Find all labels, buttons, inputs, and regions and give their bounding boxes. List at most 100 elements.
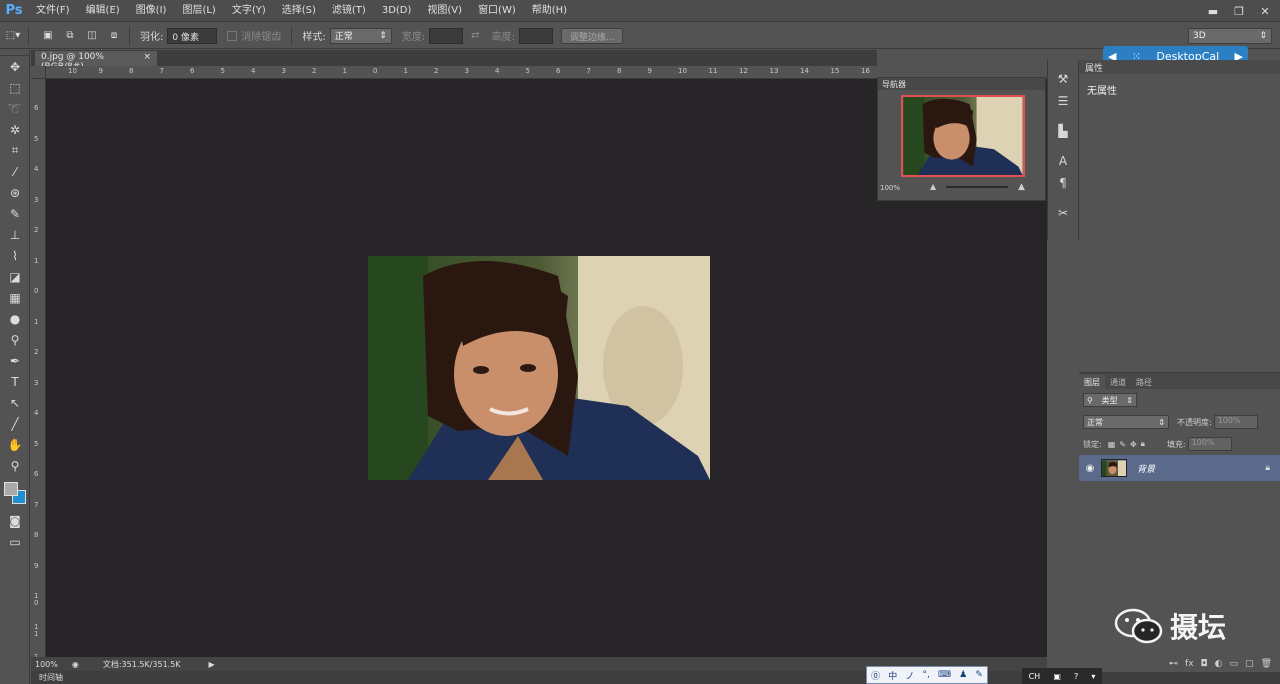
new-selection-icon[interactable]: ▣ [39, 27, 57, 45]
help-icon[interactable]: ? [1074, 672, 1078, 681]
ime-item[interactable]: ノ [905, 669, 914, 682]
tab-channels[interactable]: 通道 [1105, 375, 1131, 389]
clone-stamp-tool-icon[interactable]: ⊥ [0, 224, 30, 245]
panel-grip[interactable] [1048, 60, 1078, 68]
lock-pixels-icon[interactable]: ✎ [1119, 440, 1126, 449]
menu-filter[interactable]: 滤镜(T) [324, 0, 374, 22]
menu-view[interactable]: 视图(V) [419, 0, 470, 22]
rectangular-marquee-tool-icon[interactable]: ⬚ [0, 77, 30, 98]
tray-arrow-icon[interactable]: ▾ [1091, 672, 1095, 681]
style-select[interactable]: 正常 ⇕ [329, 27, 392, 44]
adjustments-panel-icon[interactable]: ☰ [1048, 90, 1078, 112]
feather-input[interactable]: 0 像素 [167, 27, 218, 44]
menu-3d[interactable]: 3D(D) [374, 0, 420, 22]
properties-title[interactable]: 属性 [1085, 61, 1103, 74]
menu-layer[interactable]: 图层(L) [174, 0, 223, 22]
layer-filter-select[interactable]: ⚲ 类型 ⇕ [1083, 393, 1137, 407]
history-brush-tool-icon[interactable]: ⌇ [0, 245, 30, 266]
panel-grip[interactable] [1048, 142, 1078, 150]
navigator-zoom[interactable]: 100% [880, 184, 900, 192]
marquee-tool-preset-icon[interactable]: ⬚▾ [4, 27, 22, 45]
paragraph-panel-icon[interactable]: ¶ [1048, 172, 1078, 194]
document-image[interactable] [368, 256, 710, 480]
ime-item[interactable]: ⌨ [938, 670, 951, 680]
lock-all-icon[interactable]: 🔒︎ [1141, 439, 1145, 449]
blend-mode-select[interactable]: 正常 ⇕ [1083, 415, 1169, 429]
hand-tool-icon[interactable]: ✋ [0, 434, 30, 455]
line-tool-icon[interactable]: ╱ [0, 413, 30, 434]
history-panel-icon[interactable]: ⚒ [1048, 68, 1078, 90]
antialias-checkbox[interactable] [227, 30, 238, 41]
screen-mode-icon[interactable]: ▭ [0, 531, 30, 552]
character-panel-icon[interactable]: A [1048, 150, 1078, 172]
zoom-out-icon[interactable]: ▲ [930, 182, 936, 191]
ime-logo-icon[interactable]: ⓪ [871, 669, 880, 682]
document-tab[interactable]: 0.jpg @ 100%(RGB/8#) × [35, 51, 157, 72]
menu-help[interactable]: 帮助(H) [524, 0, 575, 22]
minimize-icon[interactable]: ▬ [1202, 3, 1224, 19]
swap-icon[interactable]: ⇄ [471, 30, 479, 41]
workspace-select[interactable]: 3D ⇕ [1188, 28, 1272, 44]
restore-icon[interactable]: ❐ [1228, 3, 1250, 19]
close-icon[interactable]: ✕ [1254, 3, 1276, 19]
eraser-tool-icon[interactable]: ◪ [0, 266, 30, 287]
height-input[interactable] [518, 27, 553, 44]
panel-grip[interactable] [1048, 112, 1078, 120]
navigator-thumbnail[interactable] [901, 95, 1025, 177]
type-tool-icon[interactable]: T [0, 371, 30, 392]
tool-presets-icon[interactable]: ✂ [1048, 202, 1078, 224]
layer-comps-icon[interactable]: ▙ [1048, 120, 1078, 142]
menu-image[interactable]: 图像(I) [128, 0, 175, 22]
link-layers-icon[interactable]: ⊷ [1169, 659, 1178, 669]
language-indicator[interactable]: CH [1029, 672, 1041, 681]
ime-item[interactable]: ♟ [959, 670, 967, 680]
visibility-eye-icon[interactable]: ◉ [1079, 463, 1101, 474]
status-arrow-icon[interactable]: ▶ [209, 660, 215, 669]
delete-layer-icon[interactable]: 🗑︎ [1261, 659, 1272, 669]
lock-transparent-icon[interactable]: ▦ [1108, 440, 1116, 449]
new-layer-icon[interactable]: ▢ [1245, 659, 1254, 669]
menu-select[interactable]: 选择(S) [274, 0, 324, 22]
brush-tool-icon[interactable]: ✎ [0, 203, 30, 224]
adjustment-layer-icon[interactable]: ◐ [1215, 659, 1223, 669]
width-input[interactable] [429, 27, 464, 44]
menu-type[interactable]: 文字(Y) [224, 0, 274, 22]
panel-grip[interactable] [1048, 194, 1078, 202]
lock-position-icon[interactable]: ✥ [1130, 440, 1137, 449]
opacity-input[interactable]: 100% [1213, 415, 1258, 429]
tray-icon[interactable]: ▣ [1053, 672, 1061, 681]
ime-item[interactable]: ✎ [975, 670, 983, 680]
eyedropper-tool-icon[interactable]: ⁄ [0, 161, 30, 182]
blur-tool-icon[interactable]: ● [0, 308, 30, 329]
close-tab-icon[interactable]: × [143, 52, 151, 65]
ime-item[interactable]: 中 [888, 669, 897, 682]
gradient-tool-icon[interactable]: ▦ [0, 287, 30, 308]
layer-mask-icon[interactable]: ◘ [1201, 659, 1208, 669]
layer-name[interactable]: 背景 [1137, 462, 1155, 475]
dodge-tool-icon[interactable]: ⚲ [0, 329, 30, 350]
refine-edge-button[interactable]: 调整边缘... [560, 27, 624, 44]
status-menu-icon[interactable]: ◉ [72, 660, 79, 669]
quick-mask-icon[interactable]: ◙ [0, 510, 30, 531]
zoom-level[interactable]: 100% [35, 660, 58, 669]
lasso-tool-icon[interactable]: ➰ [0, 98, 30, 119]
ime-item[interactable]: °, [922, 670, 929, 680]
pen-tool-icon[interactable]: ✒ [0, 350, 30, 371]
navigator-title[interactable]: 导航器 [882, 79, 906, 90]
path-selection-tool-icon[interactable]: ↖ [0, 392, 30, 413]
zoom-in-icon[interactable]: ▲ [1018, 182, 1025, 192]
move-tool-icon[interactable]: ✥ [0, 56, 30, 77]
crop-tool-icon[interactable]: ⌗ [0, 140, 30, 161]
layer-row[interactable]: ◉ 背景 🔒︎ [1079, 455, 1280, 481]
intersect-selection-icon[interactable]: ⧈ [105, 27, 123, 45]
tab-layers[interactable]: 图层 [1079, 375, 1105, 389]
add-selection-icon[interactable]: ⧉ [61, 27, 79, 45]
subtract-selection-icon[interactable]: ◫ [83, 27, 101, 45]
zoom-tool-icon[interactable]: ⚲ [0, 455, 30, 476]
menu-file[interactable]: 文件(F) [28, 0, 78, 22]
magic-wand-tool-icon[interactable]: ✲ [0, 119, 30, 140]
healing-brush-tool-icon[interactable]: ⊛ [0, 182, 30, 203]
fill-input[interactable]: 100% [1187, 437, 1232, 451]
layer-style-icon[interactable]: fx [1185, 659, 1194, 669]
menu-edit[interactable]: 编辑(E) [78, 0, 128, 22]
